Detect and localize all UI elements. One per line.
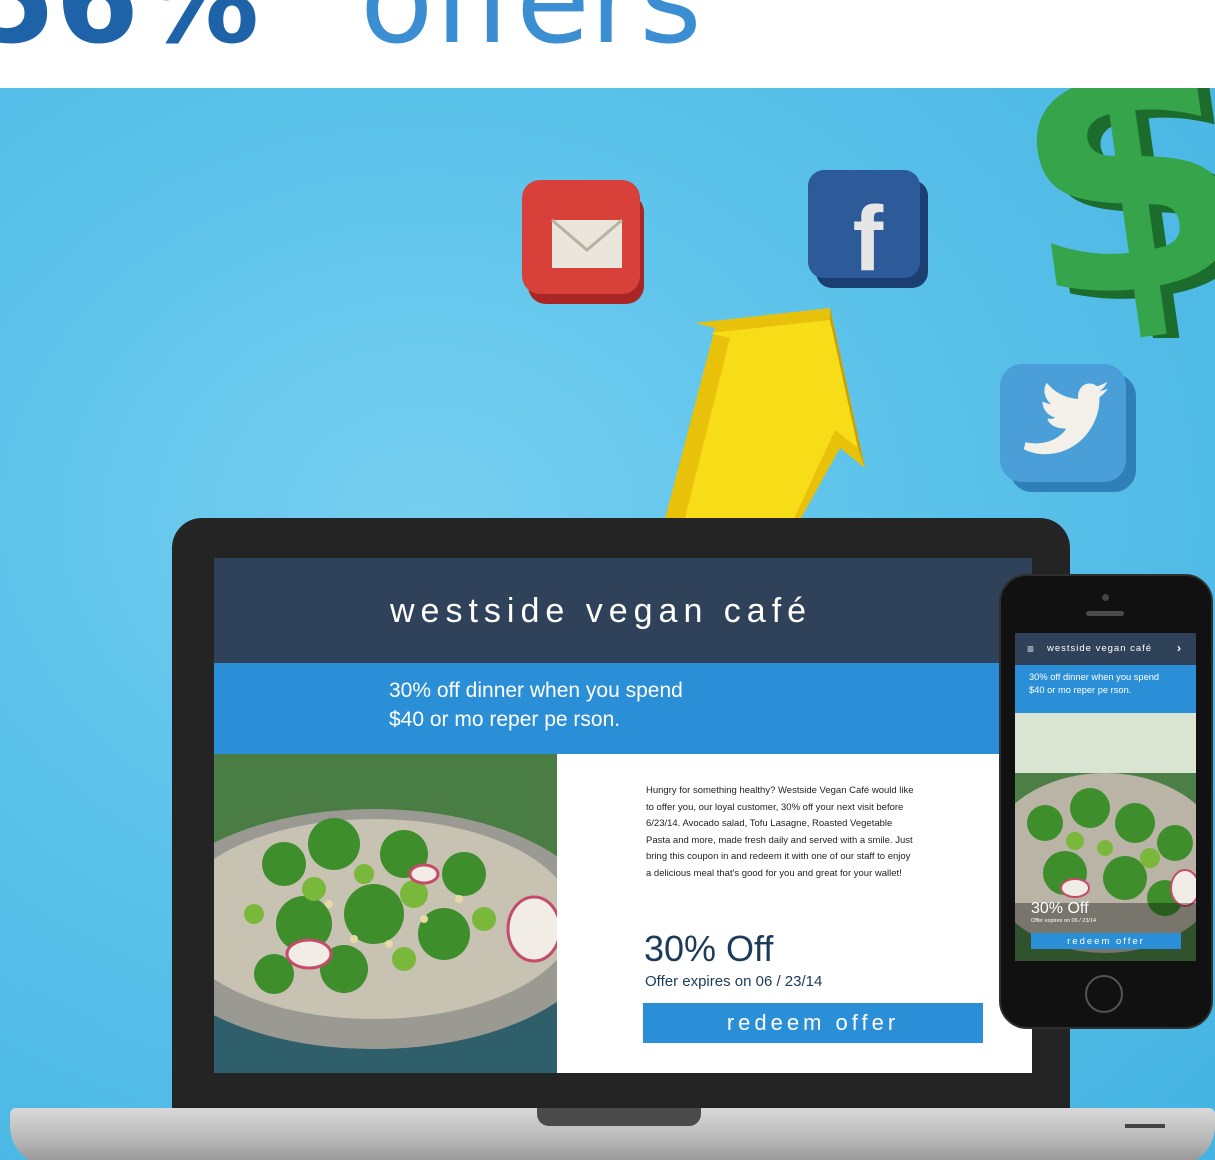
headline-offers: offers	[360, 0, 702, 71]
phone-offer-banner: 30% off dinner when you spend $40 or mo …	[1015, 665, 1196, 713]
site-title: westside vegan café	[390, 592, 813, 630]
svg-text:$: $	[1030, 88, 1215, 338]
headline: 56% offers	[0, 0, 1215, 82]
offer-headline-line2: $40 or mo reper pe rson.	[389, 708, 621, 731]
phone-camera	[1102, 594, 1109, 601]
email-icon	[522, 180, 644, 304]
phone-offer-expiry: Offer expires on 06 / 23/14	[1031, 918, 1097, 924]
site-header: westside vegan café	[214, 558, 1032, 663]
laptop-side-slot	[1125, 1124, 1165, 1128]
phone-offer-line1: 30% off dinner when you spend	[1029, 672, 1160, 682]
menu-icon[interactable]: ≡	[1027, 642, 1034, 656]
dollar-sign-icon: $ $	[1030, 88, 1215, 338]
phone-site-header: ≡ westside vegan café ›	[1015, 633, 1196, 665]
headline-percent: 56%	[0, 0, 260, 71]
phone-screen: ≡ westside vegan café › 30% off dinner w…	[1015, 633, 1196, 961]
phone-site-title: westside vegan café	[1047, 643, 1153, 654]
laptop-screen: westside vegan café 30% off dinner when …	[214, 558, 1032, 1073]
salad-photo	[214, 754, 557, 1073]
discount-amount: 30% Off	[644, 928, 774, 969]
laptop-hinge-notch	[537, 1108, 701, 1126]
hero-scene: f $ $ westside vegan café 30% off dinner…	[0, 88, 1215, 1160]
phone-offer-line2: $40 or mo reper pe rson.	[1029, 685, 1132, 695]
facebook-icon: f	[808, 170, 928, 290]
phone-speaker	[1086, 611, 1124, 616]
offer-expiry: Offer expires on 06 / 23/14	[645, 973, 823, 990]
twitter-icon	[1000, 364, 1136, 492]
offer-headline-line1: 30% off dinner when you spend	[389, 679, 683, 702]
facebook-f-glyph: f	[853, 188, 884, 290]
offer-banner: 30% off dinner when you spend $40 or mo …	[214, 663, 1032, 754]
phone-discount-amount: 30% Off	[1031, 900, 1089, 917]
phone-home-button[interactable]	[1085, 975, 1123, 1013]
chevron-right-icon[interactable]: ›	[1177, 641, 1181, 655]
phone-redeem-offer-button[interactable]: redeem offer	[1031, 933, 1181, 949]
arrow-up-icon	[660, 308, 865, 538]
offer-description: Hungry for something healthy? Westside V…	[646, 785, 914, 879]
redeem-offer-button[interactable]: redeem offer	[643, 1003, 983, 1043]
